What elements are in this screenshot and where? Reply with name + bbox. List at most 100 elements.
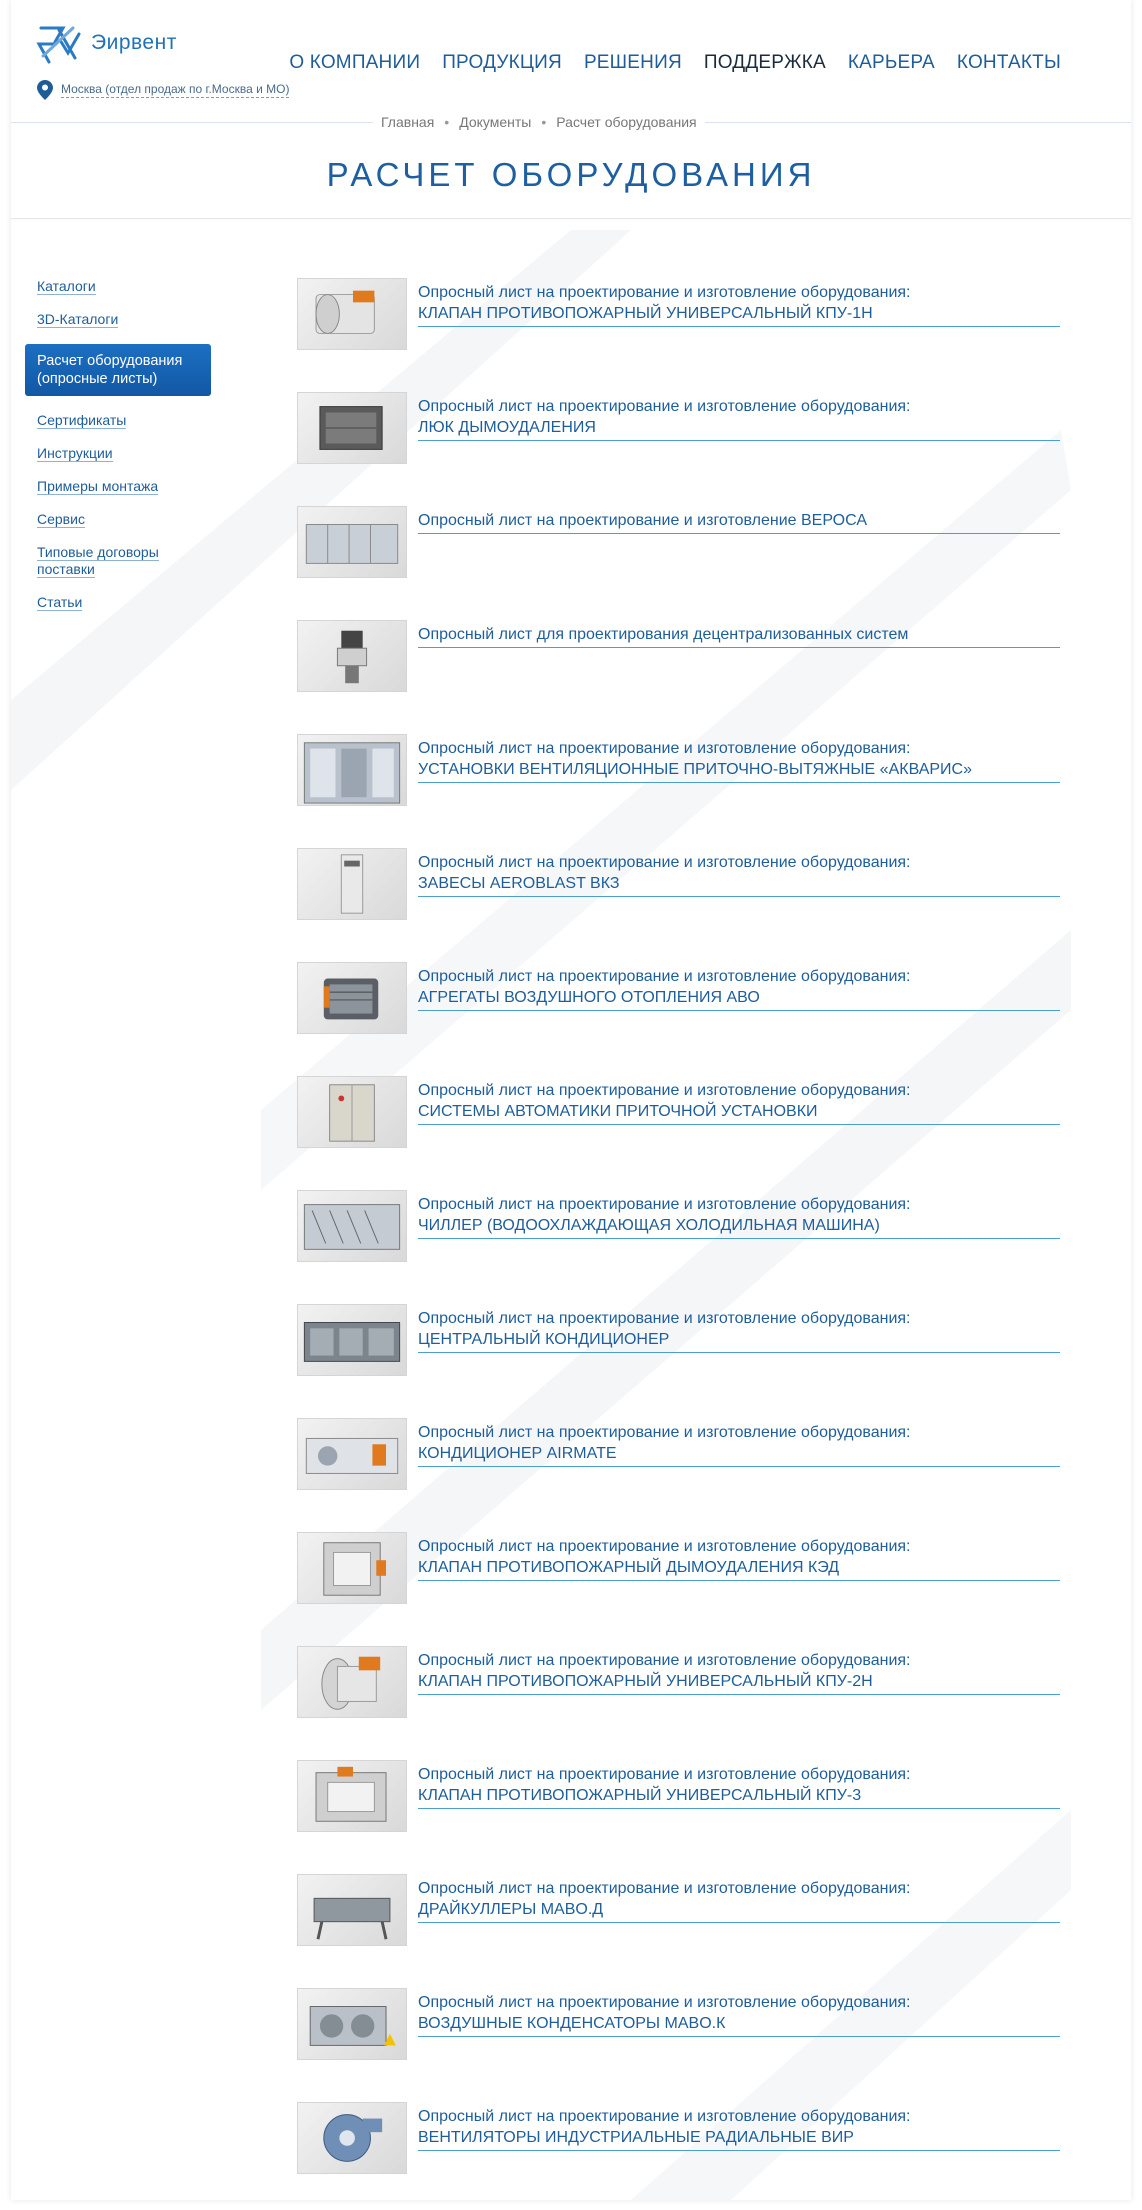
document-thumbnail[interactable] [297, 734, 407, 806]
document-thumbnail[interactable] [297, 392, 407, 464]
document-thumbnail[interactable] [297, 1760, 407, 1832]
document-link-text[interactable]: Опросный лист на проектирование и изгото… [418, 1536, 1060, 1581]
document-link-text[interactable]: Опросный лист на проектирование и изгото… [418, 1878, 1060, 1923]
document-title-line1: Опросный лист на проектирование и изгото… [418, 1880, 911, 1897]
document-item[interactable]: Опросный лист на проектирование и изгото… [297, 962, 1073, 1076]
document-title-line1: Опросный лист на проектирование и изгото… [418, 1538, 911, 1555]
title-divider [11, 218, 1131, 219]
document-title-line2: ЦЕНТРАЛЬНЫЙ КОНДИЦИОНЕР [418, 1331, 670, 1348]
sidebar-item-contracts[interactable]: Типовые договоры поставки [37, 544, 177, 578]
document-title-line2: КОНДИЦИОНЕР AIRMATE [418, 1445, 617, 1462]
logo-link[interactable]: Эирвент [35, 20, 177, 66]
document-title-line2: ЛЮК ДЫМОУДАЛЕНИЯ [418, 419, 596, 436]
document-thumbnail[interactable] [297, 1646, 407, 1718]
document-thumbnail[interactable] [297, 1304, 407, 1376]
document-thumbnail[interactable] [297, 278, 407, 350]
sidebar-item-label: Статьи [37, 594, 83, 611]
document-thumbnail[interactable] [297, 506, 407, 578]
document-link-text[interactable]: Опросный лист на проектирование и изгото… [418, 282, 1060, 327]
location-pin-icon [37, 80, 53, 100]
document-link-text[interactable]: Опросный лист на проектирование и изгото… [418, 1650, 1060, 1695]
document-thumbnail[interactable] [297, 848, 407, 920]
document-item[interactable]: Опросный лист на проектирование и изгото… [297, 506, 1073, 620]
sidebar-item-3d-catalogs[interactable]: 3D-Каталоги [37, 311, 215, 328]
document-thumbnail[interactable] [297, 1076, 407, 1148]
document-thumbnail[interactable] [297, 620, 407, 692]
nav-career[interactable]: КАРЬЕРА [848, 52, 935, 74]
document-link-text[interactable]: Опросный лист на проектирование и изгото… [418, 396, 1060, 441]
document-item[interactable]: Опросный лист на проектирование и изгото… [297, 1304, 1073, 1418]
nav-solutions[interactable]: РЕШЕНИЯ [584, 52, 682, 74]
document-thumbnail[interactable] [297, 1988, 407, 2060]
nav-contacts[interactable]: КОНТАКТЫ [957, 52, 1061, 74]
document-title-line1: Опросный лист на проектирование и изгото… [418, 1196, 911, 1213]
document-thumbnail[interactable] [297, 1190, 407, 1262]
sidebar-item-installation-examples[interactable]: Примеры монтажа [37, 478, 215, 495]
document-link-text[interactable]: Опросный лист на проектирование и изгото… [418, 1308, 1060, 1353]
document-link-text[interactable]: Опросный лист на проектирование и изгото… [418, 510, 1060, 534]
document-link-text[interactable]: Опросный лист на проектирование и изгото… [418, 1422, 1060, 1467]
document-item[interactable]: Опросный лист на проектирование и изгото… [297, 392, 1073, 506]
document-title-line2: АГРЕГАТЫ ВОЗДУШНОГО ОТОПЛЕНИЯ АВО [418, 989, 760, 1006]
document-link-text[interactable]: Опросный лист на проектирование и изгото… [418, 738, 1060, 783]
breadcrumb-home[interactable]: Главная [381, 114, 434, 130]
document-title-line2: ЧИЛЛЕР (ВОДООХЛАЖДАЮЩАЯ ХОЛОДИЛЬНАЯ МАШИ… [418, 1217, 880, 1234]
document-item[interactable]: Опросный лист на проектирование и изгото… [297, 1988, 1073, 2102]
document-item[interactable]: Опросный лист для проектирования децентр… [297, 620, 1073, 734]
document-link-text[interactable]: Опросный лист на проектирование и изгото… [418, 966, 1060, 1011]
document-link-text[interactable]: Опросный лист на проектирование и изгото… [418, 1992, 1060, 2037]
document-title-line1: Опросный лист на проектирование и изгото… [418, 1766, 911, 1783]
document-item[interactable]: Опросный лист на проектирование и изгото… [297, 848, 1073, 962]
sidebar-item-catalogs[interactable]: Каталоги [37, 278, 215, 295]
document-item[interactable]: Опросный лист на проектирование и изгото… [297, 278, 1073, 392]
nav-products[interactable]: ПРОДУКЦИЯ [442, 52, 562, 74]
sidebar-item-articles[interactable]: Статьи [37, 594, 215, 611]
document-title-line1: Опросный лист на проектирование и изгото… [418, 968, 911, 985]
document-link-text[interactable]: Опросный лист на проектирование и изгото… [418, 852, 1060, 897]
document-item[interactable]: Опросный лист на проектирование и изгото… [297, 734, 1073, 848]
document-title-line2: КЛАПАН ПРОТИВОПОЖАРНЫЙ ДЫМОУДАЛЕНИЯ КЭД [418, 1559, 840, 1576]
sidebar-item-equipment-calc[interactable]: Расчет оборудования (опросные листы) [25, 344, 211, 396]
breadcrumb-current: Расчет оборудования [556, 114, 697, 130]
document-link-text[interactable]: Опросный лист на проектирование и изгото… [418, 1764, 1060, 1809]
document-thumbnail[interactable] [297, 1418, 407, 1490]
city-label: Москва (отдел продаж по г.Москва и МО) [61, 82, 290, 98]
sidebar-item-service[interactable]: Сервис [37, 511, 215, 528]
site-header: Эирвент Москва (отдел продаж по г.Москва… [11, 0, 1131, 110]
sidebar-item-label: Расчет оборудования (опросные листы) [37, 353, 183, 387]
document-item[interactable]: Опросный лист на проектирование и изгото… [297, 1760, 1073, 1874]
breadcrumb-separator: • [541, 114, 547, 130]
document-item[interactable]: Опросный лист на проектирование и изгото… [297, 1874, 1073, 1988]
document-link-text[interactable]: Опросный лист на проектирование и изгото… [418, 2106, 1060, 2151]
sidebar-item-label: Сертификаты [37, 412, 127, 429]
document-title-line2: ДРАЙКУЛЛЕРЫ MABO.Д [418, 1901, 604, 1918]
document-thumbnail[interactable] [297, 1874, 407, 1946]
city-selector[interactable]: Москва (отдел продаж по г.Москва и МО) [37, 80, 290, 100]
sidebar-item-instructions[interactable]: Инструкции [37, 445, 215, 462]
nav-support[interactable]: ПОДДЕРЖКА [704, 52, 826, 74]
sidebar: Каталоги 3D-Каталоги Расчет оборудования… [25, 278, 215, 627]
document-list: Опросный лист на проектирование и изгото… [297, 278, 1073, 2200]
document-item[interactable]: Опросный лист на проектирование и изгото… [297, 2102, 1073, 2200]
document-thumbnail[interactable] [297, 2102, 407, 2174]
breadcrumb-separator: • [444, 114, 450, 130]
logo-text: Эирвент [91, 31, 177, 54]
document-title-line2: ВОЗДУШНЫЕ КОНДЕНСАТОРЫ MABO.К [418, 2015, 726, 2032]
sidebar-item-label: Типовые договоры поставки [37, 544, 159, 578]
document-item[interactable]: Опросный лист на проектирование и изгото… [297, 1418, 1073, 1532]
document-item[interactable]: Опросный лист на проектирование и изгото… [297, 1076, 1073, 1190]
document-link-text[interactable]: Опросный лист на проектирование и изгото… [418, 1194, 1060, 1239]
document-title-line1: Опросный лист на проектирование и изгото… [418, 1424, 911, 1441]
document-link-text[interactable]: Опросный лист на проектирование и изгото… [418, 1080, 1060, 1125]
document-item[interactable]: Опросный лист на проектирование и изгото… [297, 1190, 1073, 1304]
document-title-line1: Опросный лист на проектирование и изгото… [418, 854, 911, 871]
sidebar-item-certificates[interactable]: Сертификаты [37, 412, 215, 429]
document-thumbnail[interactable] [297, 1532, 407, 1604]
document-item[interactable]: Опросный лист на проектирование и изгото… [297, 1646, 1073, 1760]
breadcrumb-documents[interactable]: Документы [459, 114, 531, 130]
document-item[interactable]: Опросный лист на проектирование и изгото… [297, 1532, 1073, 1646]
nav-about[interactable]: О КОМПАНИИ [289, 52, 420, 74]
document-thumbnail[interactable] [297, 962, 407, 1034]
document-title-line1: Опросный лист на проектирование и изгото… [418, 740, 911, 757]
document-link-text[interactable]: Опросный лист для проектирования децентр… [418, 624, 1060, 648]
